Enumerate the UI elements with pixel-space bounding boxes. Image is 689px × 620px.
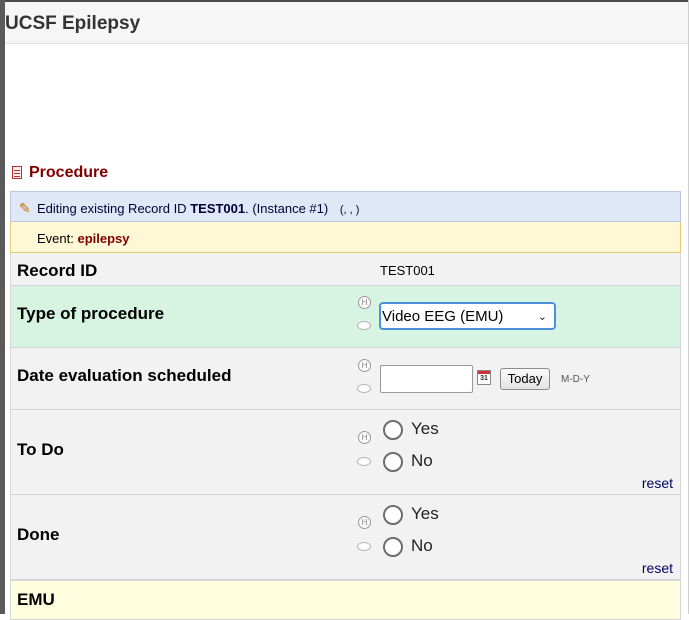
done-no-radio[interactable]	[383, 537, 403, 557]
to-do-yes-radio[interactable]	[383, 420, 403, 440]
date-evaluation-label: Date evaluation scheduled	[17, 366, 232, 385]
type-of-procedure-value: Video EEG (EMU)	[382, 308, 504, 325]
type-of-procedure-select[interactable]: Video EEG (EMU) ⌄	[379, 302, 556, 330]
comment-icon[interactable]	[357, 542, 371, 551]
to-do-reset-link[interactable]: reset	[642, 475, 673, 491]
done-yes-radio[interactable]	[383, 505, 403, 525]
comment-icon[interactable]	[357, 457, 371, 466]
to-do-no-label[interactable]: No	[411, 451, 433, 471]
app-title: UCSF Epilepsy	[5, 13, 141, 34]
type-of-procedure-label: Type of procedure	[17, 304, 165, 323]
to-do-no-radio[interactable]	[383, 452, 403, 472]
record-id-label: Record ID	[17, 261, 98, 280]
field-history-icon[interactable]: H	[358, 516, 371, 529]
event-label: Event:	[37, 231, 74, 246]
date-format-hint: M-D-Y	[561, 374, 590, 385]
pencil-icon: ✎	[19, 200, 31, 216]
done-reset-link[interactable]: reset	[642, 560, 673, 576]
chevron-down-icon: ⌄	[537, 311, 547, 323]
editing-prefix: Editing existing Record ID	[37, 201, 187, 216]
event-name: epilepsy	[77, 231, 130, 246]
to-do-yes-label[interactable]: Yes	[411, 419, 439, 439]
form-icon	[12, 166, 22, 179]
type-of-procedure-row: Type of procedure H Video EEG (EMU) ⌄	[10, 286, 681, 348]
done-no-label[interactable]: No	[411, 536, 433, 556]
to-do-row: To Do H Yes No reset	[10, 410, 681, 495]
comment-icon[interactable]	[357, 384, 371, 393]
emu-section-header: EMU	[10, 580, 681, 620]
field-history-icon[interactable]: H	[358, 359, 371, 372]
record-id-row: Record ID TEST001	[10, 253, 681, 286]
to-do-label: To Do	[17, 440, 64, 459]
window-left-edge	[0, 0, 5, 614]
done-yes-label[interactable]: Yes	[411, 504, 439, 524]
done-row: Done H Yes No reset	[10, 495, 681, 580]
field-history-icon[interactable]: H	[358, 431, 371, 444]
event-bar: Event: epilepsy	[10, 222, 681, 253]
calendar-icon[interactable]: 31	[477, 370, 491, 385]
date-evaluation-row: Date evaluation scheduled H 31 Today M-D…	[10, 348, 681, 410]
editing-instance: . (Instance #1)	[245, 201, 329, 216]
title-bar: UCSF Epilepsy	[5, 2, 688, 44]
emu-section-title: EMU	[17, 590, 55, 609]
editing-note: (, , )	[339, 204, 360, 216]
record-id-value: TEST001	[380, 263, 435, 278]
comment-icon[interactable]	[357, 321, 371, 330]
editing-record-id: TEST001	[190, 201, 246, 216]
form-title: Procedure	[29, 164, 109, 181]
today-button[interactable]: Today	[500, 368, 550, 390]
field-history-icon[interactable]: H	[358, 296, 371, 309]
done-label: Done	[17, 525, 60, 544]
date-evaluation-input[interactable]	[380, 365, 473, 393]
editing-record-bar: ✎ Editing existing Record ID TEST001. (In…	[10, 191, 681, 222]
